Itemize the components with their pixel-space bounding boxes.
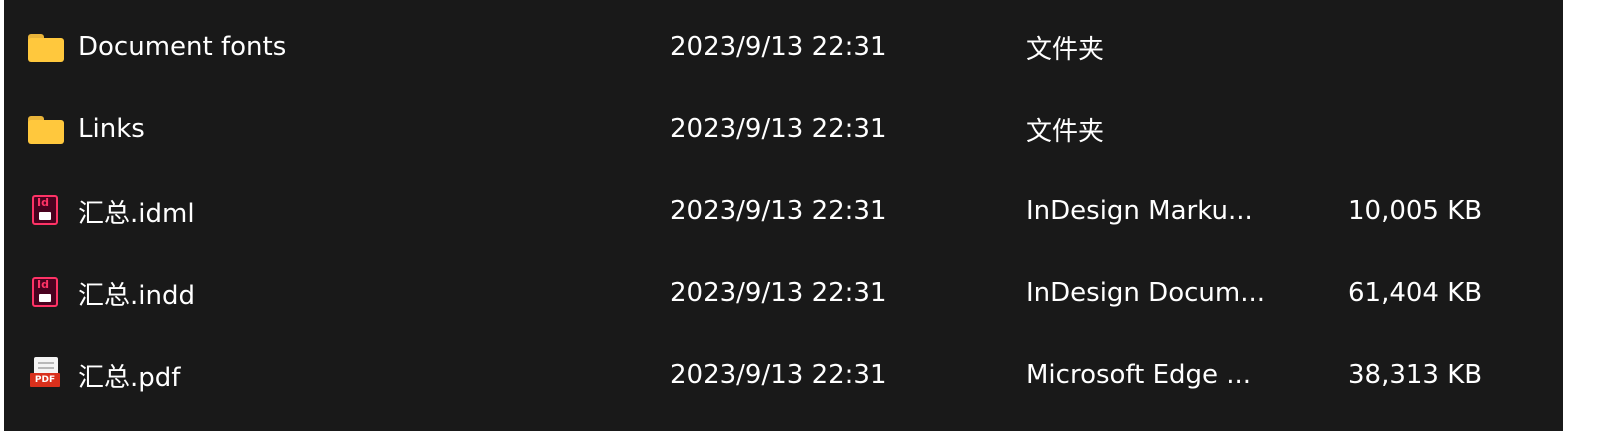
- file-row-idml[interactable]: Id 汇总.idml 2023/9/13 22:31 InDesign Mark…: [4, 170, 1563, 252]
- file-row-links[interactable]: Links 2023/9/13 22:31 文件夹: [4, 88, 1563, 170]
- file-date: 2023/9/13 22:31: [670, 32, 887, 62]
- folder-icon: [28, 29, 64, 65]
- file-size: 38,313 KB: [1348, 360, 1483, 390]
- file-date: 2023/9/13 22:31: [670, 360, 887, 390]
- pdf-icon: PDF: [28, 357, 64, 393]
- file-list-window: Document fonts 2023/9/13 22:31 文件夹 Links…: [0, 0, 1599, 431]
- file-size: 10,005 KB: [1348, 196, 1483, 226]
- file-name: Document fonts: [78, 32, 287, 62]
- file-size: 61,404 KB: [1348, 278, 1483, 308]
- file-row-document-fonts[interactable]: Document fonts 2023/9/13 22:31 文件夹: [4, 6, 1563, 88]
- window-right-edge: [1563, 0, 1599, 431]
- file-name: Links: [78, 114, 145, 144]
- file-row-indd[interactable]: Id 汇总.indd 2023/9/13 22:31 InDesign Docu…: [4, 252, 1563, 334]
- file-date: 2023/9/13 22:31: [670, 114, 887, 144]
- file-list: Document fonts 2023/9/13 22:31 文件夹 Links…: [4, 6, 1563, 416]
- file-row-pdf[interactable]: PDF 汇总.pdf 2023/9/13 22:31 Microsoft Edg…: [4, 334, 1563, 416]
- file-name-cell: Document fonts: [28, 6, 286, 88]
- file-type: Microsoft Edge ...: [1026, 360, 1252, 390]
- file-name: 汇总.idml: [78, 198, 195, 229]
- file-date: 2023/9/13 22:31: [670, 278, 887, 308]
- file-name: 汇总.pdf: [78, 362, 181, 393]
- file-type: InDesign Docum...: [1026, 278, 1266, 308]
- file-name: 汇总.indd: [78, 280, 195, 311]
- file-type: InDesign Marku...: [1026, 196, 1253, 226]
- file-date: 2023/9/13 22:31: [670, 196, 887, 226]
- file-type: 文件夹: [1026, 34, 1105, 65]
- file-name-cell: Id 汇总.indd: [28, 252, 195, 334]
- file-name-cell: PDF 汇总.pdf: [28, 334, 180, 416]
- folder-icon: [28, 111, 64, 147]
- file-type: 文件夹: [1026, 116, 1105, 147]
- indesign-idml-icon: Id: [28, 193, 64, 229]
- file-name-cell: Links: [28, 88, 145, 170]
- file-name-cell: Id 汇总.idml: [28, 170, 195, 252]
- indesign-indd-icon: Id: [28, 275, 64, 311]
